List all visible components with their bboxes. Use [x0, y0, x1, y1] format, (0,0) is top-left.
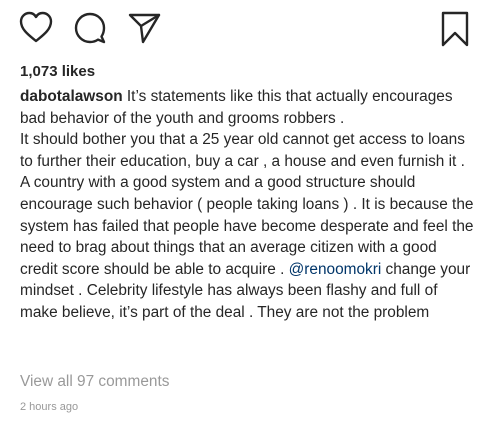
heart-icon[interactable] — [18, 10, 54, 46]
caption-paragraph-1: dabotalawson It’s statements like this t… — [20, 86, 475, 129]
caption-paragraph-2: It should bother you that a 25 year old … — [20, 131, 465, 170]
mention-link[interactable]: @renoomokri — [289, 261, 382, 278]
likes-count[interactable]: 1,073 likes — [20, 63, 95, 80]
caption-username[interactable]: dabotalawson — [20, 88, 123, 105]
share-icon[interactable] — [126, 10, 162, 46]
caption-paragraph-3: A country with a good system and a good … — [20, 172, 475, 323]
post-caption: dabotalawson It’s statements like this t… — [20, 86, 475, 324]
bookmark-icon[interactable] — [440, 10, 470, 48]
post-timestamp: 2 hours ago — [20, 401, 79, 413]
post-action-bar — [0, 0, 490, 56]
view-all-comments-link[interactable]: View all 97 comments — [20, 373, 169, 391]
comment-icon[interactable] — [72, 10, 108, 46]
